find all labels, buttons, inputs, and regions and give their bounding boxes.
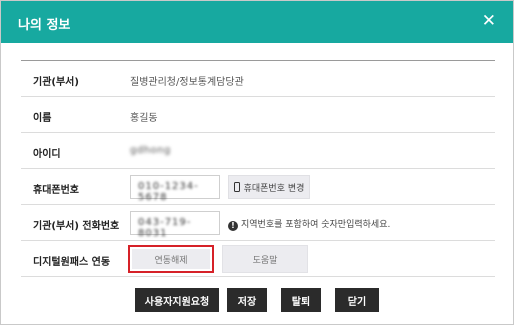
name-label: 이름 [33,113,52,124]
my-info-dialog: 나의 정보 ✕ 기관(부서) 질병관리청/정보통계담당관 이름 홍길동 아이디 … [0,0,514,325]
name-value: 홍길동 [130,113,158,124]
help-button[interactable]: 도움말 [222,245,308,273]
change-phone-label: 휴대폰번호 변경 [243,183,305,194]
info-table: 기관(부서) 질병관리청/정보통계담당관 이름 홍길동 아이디 gdhong 휴… [21,60,495,277]
change-phone-button[interactable]: 휴대폰번호 변경 [228,175,310,199]
withdraw-button[interactable]: 탈퇴 [281,288,321,312]
mobile-label: 휴대폰번호 [33,185,79,196]
phone-hint-text: 지역번호를 포함하여 숫자만입력하세요. [241,220,391,230]
row-userid: 아이디 gdhong [21,133,495,169]
userid-value: gdhong [130,145,171,156]
unlink-button[interactable]: 연동해제 [128,245,214,273]
dialog-title: 나의 정보 [18,18,71,33]
support-request-button[interactable]: 사용자지원요청 [135,288,219,312]
org-value: 질병관리청/정보통계담당관 [130,77,244,88]
mobile-input[interactable]: 010-1234-5678 [130,175,220,203]
row-name: 이름 홍길동 [21,97,495,133]
mobile-value: 010-1234-5678 [138,181,199,203]
save-button[interactable]: 저장 [227,288,267,312]
close-icon[interactable]: ✕ [482,11,496,31]
row-org: 기관(부서) 질병관리청/정보통계담당관 [21,61,495,97]
org-label: 기관(부서) [33,77,79,88]
office-phone-input[interactable]: 043-719-8031 [130,211,220,239]
office-phone-label: 기관(부서) 전화번호 [33,221,120,232]
phone-hint: ! 지역번호를 포함하여 숫자만입력하세요. [228,217,390,231]
phone-icon [233,182,240,192]
row-office-phone: 기관(부서) 전화번호 043-719-8031 ! 지역번호를 포함하여 숫자만… [21,205,495,241]
row-onepass: 디지털원패스 연동 연동해제 도움말 [21,241,495,277]
onepass-label: 디지털원패스 연동 [33,257,111,268]
office-phone-value: 043-719-8031 [138,217,192,239]
dialog-header: 나의 정보 ✕ [1,1,513,43]
userid-label: 아이디 [33,149,61,160]
row-mobile: 휴대폰번호 010-1234-5678 휴대폰번호 변경 [21,169,495,205]
close-button[interactable]: 닫기 [335,288,379,312]
info-icon: ! [228,221,238,231]
